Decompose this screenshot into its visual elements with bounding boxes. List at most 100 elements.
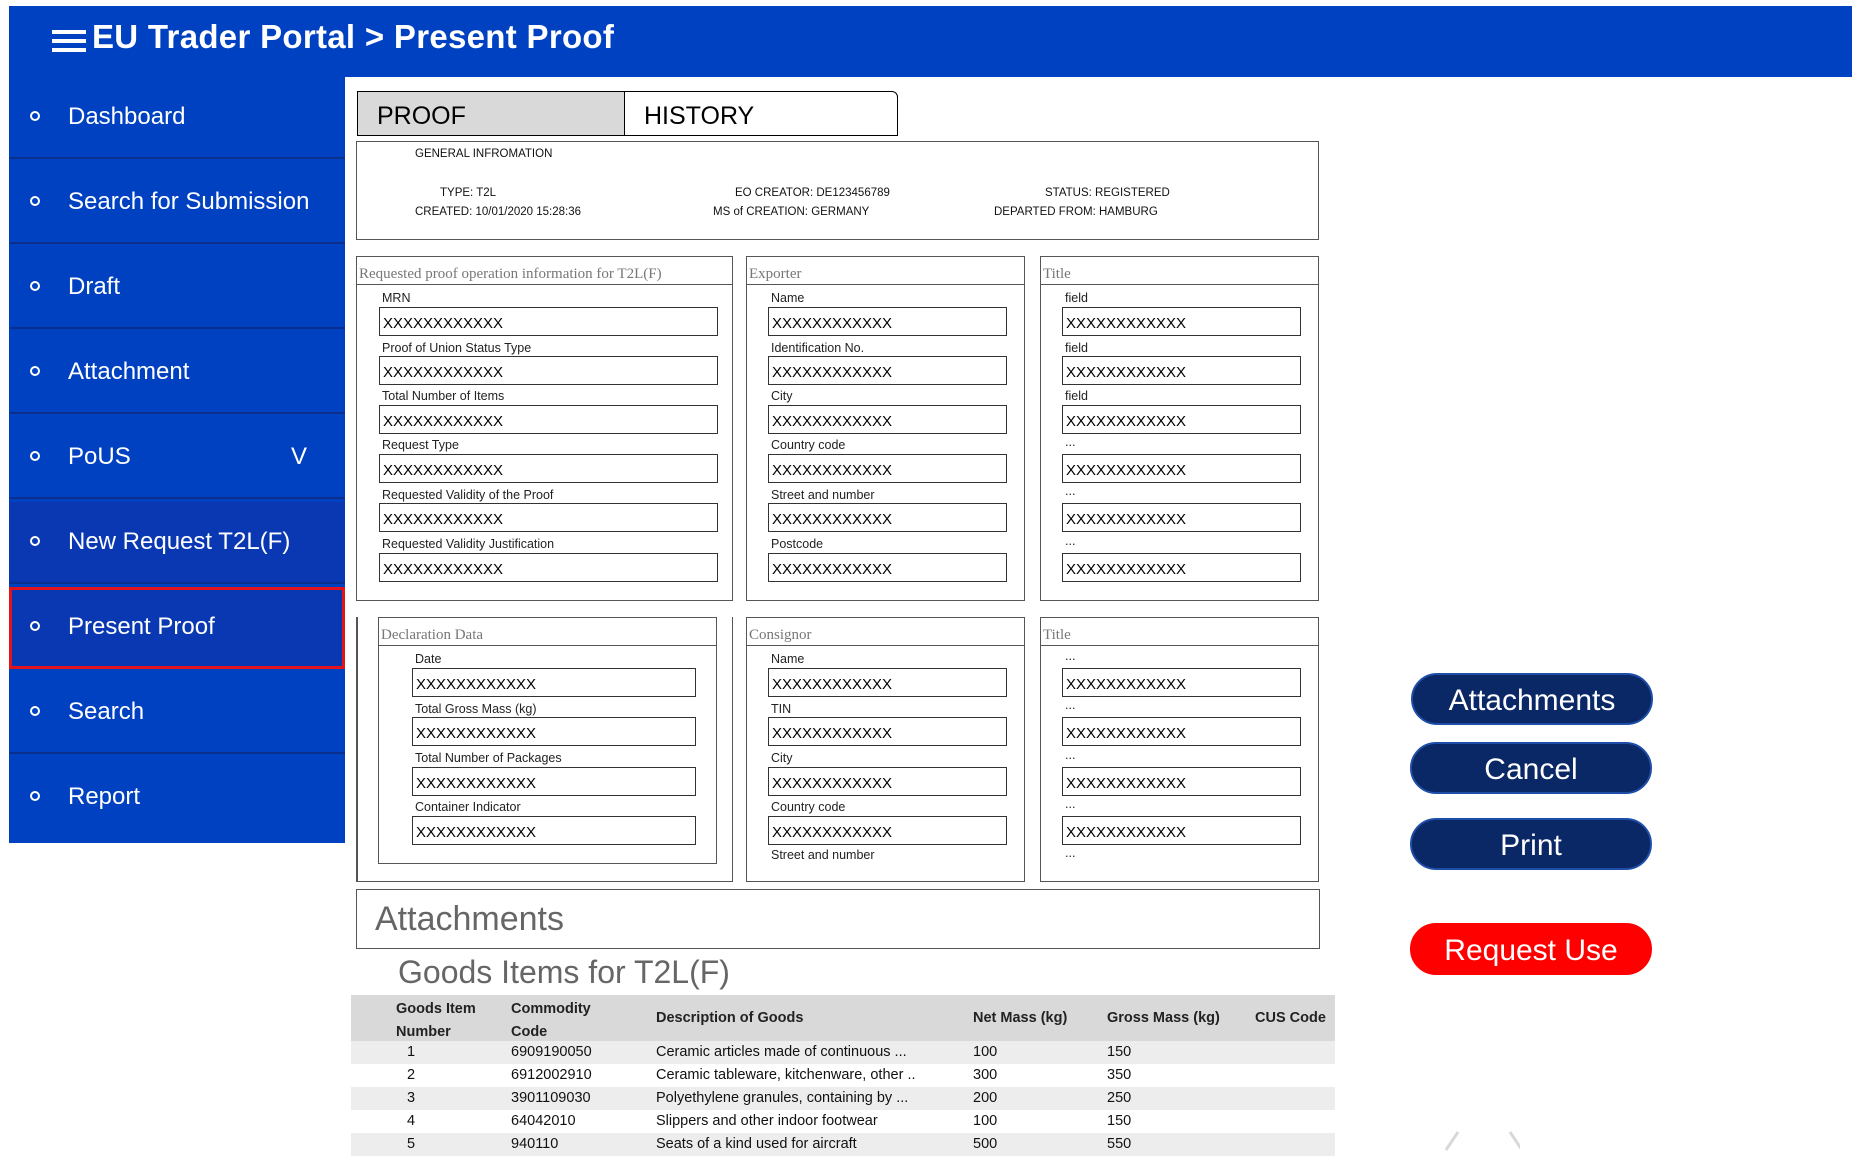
field-label: Total Number of Packages	[415, 751, 562, 765]
cell-code: 64042010	[511, 1113, 576, 1129]
consignor-country-field[interactable]: XXXXXXXXXXXX	[768, 816, 1007, 845]
sidebar-item-dashboard[interactable]: Dashboard	[9, 77, 345, 159]
table-row[interactable]: 3 3901109030 Polyethylene granules, cont…	[351, 1087, 1335, 1110]
cell-gross-mass: 150	[1107, 1113, 1132, 1129]
field-label: Country code	[771, 800, 846, 814]
cell-code: 940110	[511, 1136, 559, 1152]
container-indicator-field[interactable]: XXXXXXXXXXXX	[412, 816, 696, 845]
sidebar-item-new-request[interactable]: New Request T2L(F)	[9, 502, 345, 584]
field-label: TIN	[771, 702, 792, 716]
title2-field-1[interactable]: XXXXXXXXXXXX	[1062, 668, 1301, 697]
consignor-panel: Consignor Name XXXXXXXXXXXX TIN XXXXXXXX…	[746, 617, 1025, 882]
field-label: Requested Validity Justification	[382, 537, 555, 551]
panel-title: Consignor	[747, 618, 1024, 646]
cancel-button[interactable]: Cancel	[1410, 742, 1652, 794]
cell-net-mass: 300	[973, 1067, 998, 1083]
breadcrumb-title: EU Trader Portal > Present Proof	[92, 18, 615, 55]
bullet-icon	[30, 451, 40, 461]
sidebar-item-report[interactable]: Report	[9, 757, 345, 839]
title2-field-4[interactable]: XXXXXXXXXXXX	[1062, 816, 1301, 845]
sidebar-item-present-proof[interactable]: Present Proof	[9, 587, 345, 669]
goods-items-heading: Goods Items for T2L(F)	[398, 954, 730, 990]
field-label: ...	[1065, 748, 1076, 762]
request-use-button[interactable]: Request Use	[1410, 923, 1652, 975]
print-button[interactable]: Print	[1410, 818, 1652, 870]
validity-justification-field[interactable]: XXXXXXXXXXXX	[379, 553, 718, 582]
exporter-postcode-field[interactable]: XXXXXXXXXXXX	[768, 553, 1007, 582]
field-label: Total Gross Mass (kg)	[415, 702, 537, 716]
exporter-city-field[interactable]: XXXXXXXXXXXX	[768, 405, 1007, 434]
bullet-icon	[30, 791, 40, 801]
gross-mass-field[interactable]: XXXXXXXXXXXX	[412, 717, 696, 746]
declaration-date-field[interactable]: XXXXXXXXXXXX	[412, 668, 696, 697]
field-label: ...	[1065, 484, 1076, 498]
title2-field-2[interactable]: XXXXXXXXXXXX	[1062, 717, 1301, 746]
cell-number: 2	[407, 1067, 416, 1083]
consignor-city-field[interactable]: XXXXXXXXXXXX	[768, 767, 1007, 796]
cell-net-mass: 100	[973, 1044, 998, 1060]
tab-history[interactable]: HISTORY	[624, 91, 898, 136]
title-field-2[interactable]: XXXXXXXXXXXX	[1062, 356, 1301, 385]
general-information-box: GENERAL INFROMATION TYPE: T2L CREATED: 1…	[356, 141, 1319, 240]
title-field-1[interactable]: XXXXXXXXXXXX	[1062, 307, 1301, 336]
title-field-3[interactable]: XXXXXXXXXXXX	[1062, 405, 1301, 434]
exporter-street-field[interactable]: XXXXXXXXXXXX	[768, 503, 1007, 532]
field-label: field	[1065, 389, 1088, 403]
packages-field[interactable]: XXXXXXXXXXXX	[412, 767, 696, 796]
title-field-6[interactable]: XXXXXXXXXXXX	[1062, 553, 1301, 582]
sidebar: Dashboard Search for Submission Draft At…	[9, 77, 345, 843]
cell-description: Seats of a kind used for aircraft	[656, 1136, 857, 1152]
panel-title: Title	[1041, 618, 1318, 646]
sidebar-item-search[interactable]: Search	[9, 672, 345, 754]
validity-field[interactable]: XXXXXXXXXXXX	[379, 503, 718, 532]
table-row[interactable]: 1 6909190050 Ceramic articles made of co…	[351, 1041, 1335, 1064]
exporter-id-field[interactable]: XXXXXXXXXXXX	[768, 356, 1007, 385]
cell-code: 6912002910	[511, 1067, 592, 1083]
tab-proof[interactable]: PROOF	[357, 91, 626, 136]
created-value: CREATED: 10/01/2020 15:28:36	[415, 206, 582, 218]
cell-description: Ceramic tableware, kitchenware, other ..	[656, 1067, 916, 1083]
panel-title: Declaration Data	[379, 618, 716, 646]
header-cus-code: CUS Code	[1255, 1010, 1326, 1026]
attachments-heading: Attachments	[375, 900, 564, 938]
consignor-name-field[interactable]: XXXXXXXXXXXX	[768, 668, 1007, 697]
ms-creation-value: MS of CREATION: GERMANY	[713, 206, 870, 218]
hamburger-menu-icon[interactable]	[52, 30, 86, 52]
field-label: City	[771, 389, 793, 403]
request-type-field[interactable]: XXXXXXXXXXXX	[379, 454, 718, 483]
bullet-icon	[30, 706, 40, 716]
title-field-4[interactable]: XXXXXXXXXXXX	[1062, 454, 1301, 483]
cell-number: 3	[407, 1090, 416, 1106]
title2-field-3[interactable]: XXXXXXXXXXXX	[1062, 767, 1301, 796]
table-row[interactable]: 4 64042010 Slippers and other indoor foo…	[351, 1110, 1335, 1133]
attachments-button[interactable]: Attachments	[1411, 673, 1653, 725]
cell-number: 4	[407, 1113, 416, 1129]
sidebar-item-draft[interactable]: Draft	[9, 247, 345, 329]
cell-net-mass: 100	[973, 1113, 998, 1129]
bullet-icon	[30, 111, 40, 121]
exporter-panel: Exporter Name XXXXXXXXXXXX Identificatio…	[746, 256, 1025, 601]
sidebar-item-search-for-submission[interactable]: Search for Submission	[9, 162, 345, 244]
exporter-name-field[interactable]: XXXXXXXXXXXX	[768, 307, 1007, 336]
total-items-field[interactable]: XXXXXXXXXXXX	[379, 405, 718, 434]
header-description: Description of Goods	[656, 1010, 804, 1026]
field-label: Container Indicator	[415, 800, 521, 814]
declaration-data-panel: Declaration Data Date XXXXXXXXXXXX Total…	[378, 617, 717, 864]
table-row[interactable]: 2 6912002910 Ceramic tableware, kitchenw…	[351, 1064, 1335, 1087]
field-label: City	[771, 751, 793, 765]
sidebar-item-attachment[interactable]: Attachment	[9, 332, 345, 414]
table-row[interactable]: 5 940110 Seats of a kind used for aircra…	[351, 1133, 1335, 1156]
chevron-down-icon[interactable]: V	[291, 443, 307, 471]
exporter-country-field[interactable]: XXXXXXXXXXXX	[768, 454, 1007, 483]
cell-code: 6909190050	[511, 1044, 592, 1060]
proof-status-type-field[interactable]: XXXXXXXXXXXX	[379, 356, 718, 385]
header-commodity-1: Commodity	[511, 1001, 591, 1017]
cell-gross-mass: 350	[1107, 1067, 1132, 1083]
field-label: Identification No.	[771, 341, 865, 355]
title-field-5[interactable]: XXXXXXXXXXXX	[1062, 503, 1301, 532]
field-label: Request Type	[382, 438, 459, 452]
consignor-tin-field[interactable]: XXXXXXXXXXXX	[768, 717, 1007, 746]
sidebar-item-pous[interactable]: PoUS V	[9, 417, 345, 499]
field-label: field	[1065, 291, 1088, 305]
mrn-field[interactable]: XXXXXXXXXXXX	[379, 307, 718, 336]
